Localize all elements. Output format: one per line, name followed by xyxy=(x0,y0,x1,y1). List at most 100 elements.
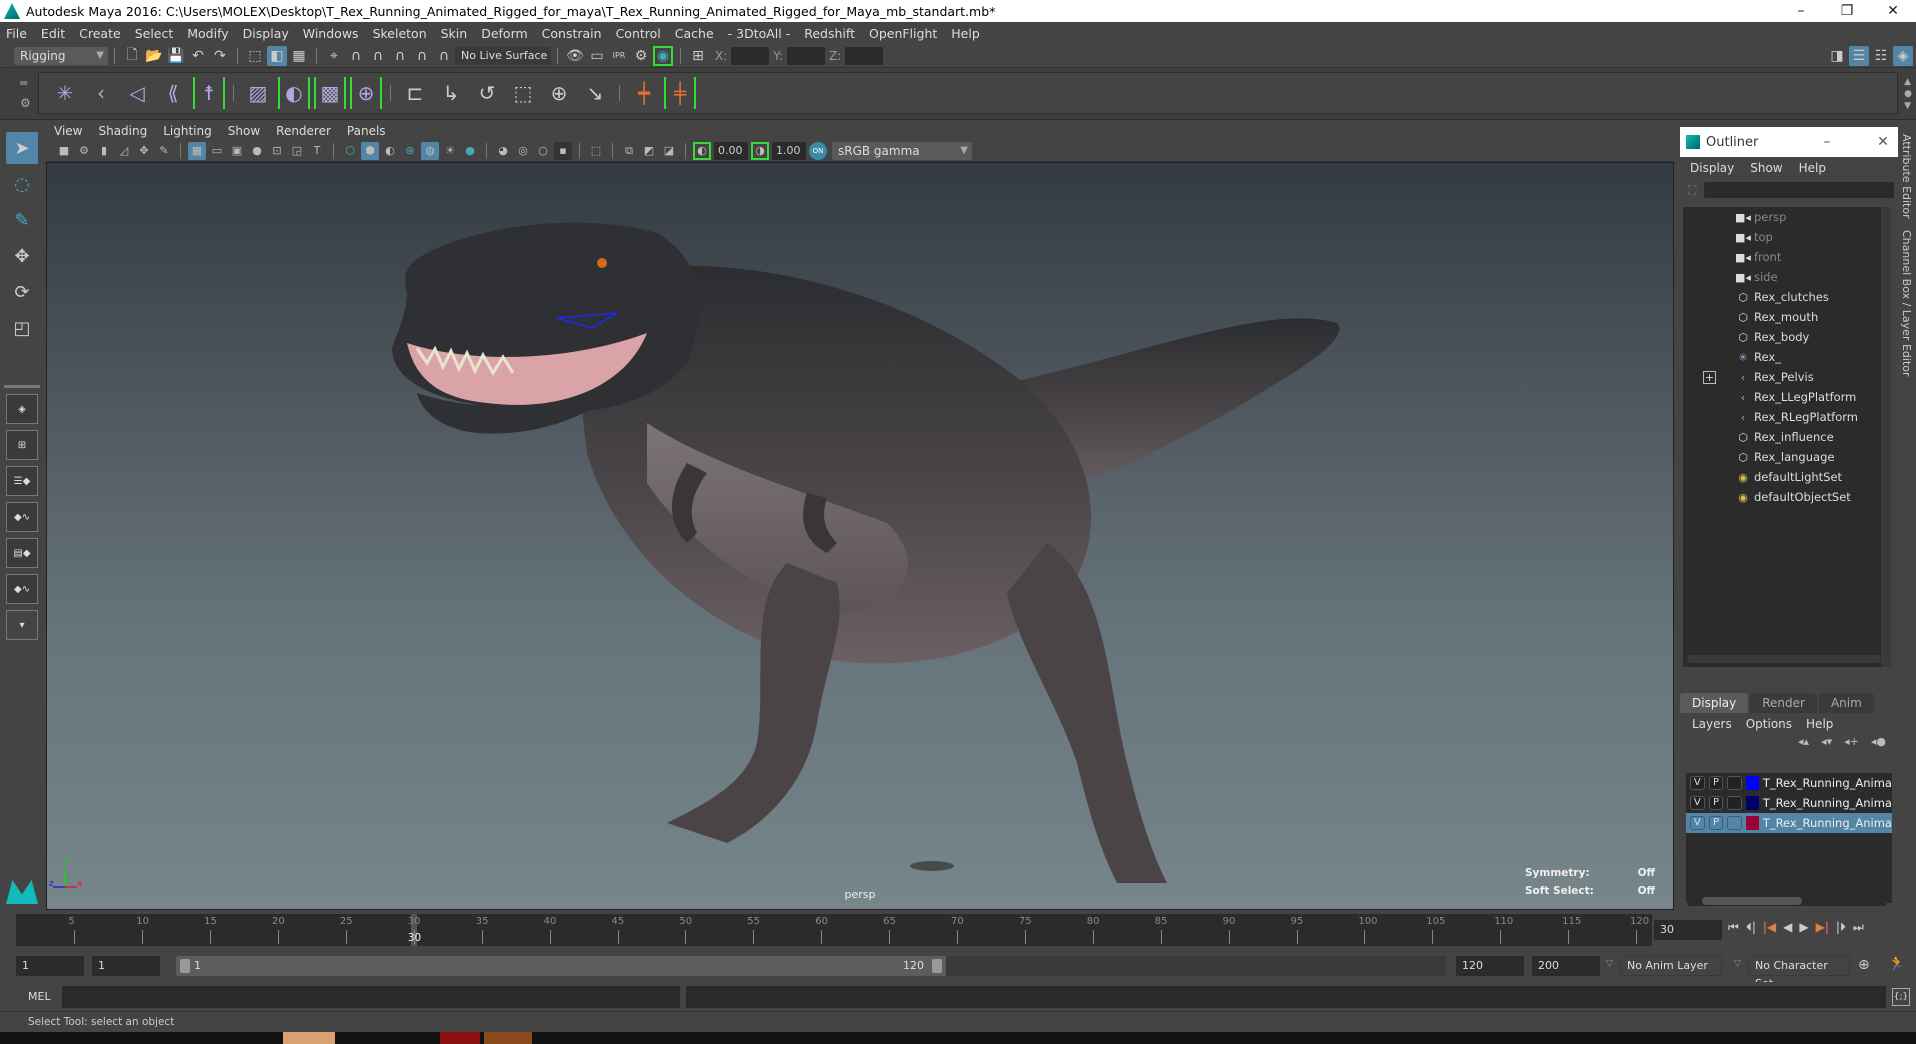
restore-button[interactable]: ❐ xyxy=(1824,0,1870,22)
script-language-label[interactable]: MEL xyxy=(28,990,51,1003)
layer-row[interactable]: V P T_Rex_Running_Anima xyxy=(1686,793,1892,813)
outliner-item[interactable]: ■◂ front xyxy=(1683,247,1891,267)
y-field[interactable] xyxy=(787,46,826,65)
outliner-close-button[interactable]: ✕ xyxy=(1868,127,1898,157)
layer-display-type-toggle[interactable] xyxy=(1727,816,1743,830)
taskbar-app-icon[interactable] xyxy=(440,1032,480,1044)
tab-display[interactable]: Display xyxy=(1680,693,1749,713)
use-all-lights-icon[interactable]: ◍ xyxy=(421,141,439,160)
ambient-occlusion-icon[interactable]: ● xyxy=(461,142,479,160)
render-frame-icon[interactable]: ▭ xyxy=(587,46,607,66)
tab-attribute-editor[interactable]: Attribute Editor xyxy=(1900,134,1913,219)
character-set-dropdown[interactable]: No Character Set xyxy=(1748,956,1850,990)
layer-menu-help[interactable]: Help xyxy=(1806,717,1833,731)
menu-cache[interactable]: Cache xyxy=(675,26,714,41)
parent-constraint-icon[interactable]: ⊏ xyxy=(399,77,431,109)
grease-pencil-icon[interactable]: ✎ xyxy=(155,142,173,160)
layer-menu-options[interactable]: Options xyxy=(1746,717,1792,731)
shelf-tabs-menu-icon[interactable]: ═ xyxy=(20,76,27,90)
snap-point-icon[interactable]: ∩ xyxy=(368,46,388,66)
channel-box-toggle-icon[interactable]: ◈ xyxy=(1893,45,1913,66)
step-back-frame-icon[interactable]: ⏴| xyxy=(1746,920,1756,935)
graph-persp-layout-icon[interactable]: ◆∿ xyxy=(6,502,38,532)
graph-outliner-persp-layout-icon[interactable]: ◆∿ xyxy=(6,574,38,604)
anim-layer-dropdown[interactable]: No Anim Layer xyxy=(1620,956,1722,976)
isolate-select-icon[interactable]: ⬚ xyxy=(587,142,605,160)
menu-deform[interactable]: Deform xyxy=(481,26,527,41)
image-plane-icon[interactable]: ◿ xyxy=(115,142,133,160)
step-forward-frame-icon[interactable]: |⏵ xyxy=(1836,920,1846,935)
menu-skeleton[interactable]: Skeleton xyxy=(373,26,427,41)
end-time-field[interactable]: 200 xyxy=(1532,956,1600,976)
scale-constraint-icon[interactable]: ⬚ xyxy=(507,77,539,109)
save-scene-icon[interactable]: 💾 xyxy=(166,46,186,66)
menu-select[interactable]: Select xyxy=(135,26,174,41)
layer-visibility-toggle[interactable]: V xyxy=(1690,816,1705,830)
layer-name[interactable]: T_Rex_Running_Anima xyxy=(1763,796,1892,810)
new-layer-from-selected-icon[interactable]: ◂● xyxy=(1871,735,1886,753)
snap-surface-icon[interactable]: ∩ xyxy=(434,46,454,66)
tab-channel-box-layer-editor[interactable]: Channel Box / Layer Editor xyxy=(1900,230,1913,377)
layer-playback-toggle[interactable]: P xyxy=(1708,816,1724,830)
play-forward-icon[interactable]: ▶ xyxy=(1799,920,1808,935)
redo-icon[interactable]: ↷ xyxy=(210,46,230,66)
wireframe-on-shaded-icon[interactable]: ◐ xyxy=(381,142,399,160)
trex-model[interactable] xyxy=(47,163,1674,910)
x-field[interactable] xyxy=(731,46,770,65)
outliner-menu-help[interactable]: Help xyxy=(1799,161,1826,175)
scale-tool-icon[interactable]: ◰ xyxy=(6,312,38,344)
exposure-icon[interactable]: ◐ xyxy=(693,141,711,160)
rotate-tool-icon[interactable]: ⟳ xyxy=(6,276,38,308)
outliner-item[interactable]: ■◂ side xyxy=(1683,267,1891,287)
layer-color-swatch[interactable] xyxy=(1746,776,1759,790)
select-tool-icon[interactable]: ➤ xyxy=(6,132,38,164)
resolution-gate-icon[interactable]: ▣ xyxy=(228,142,246,160)
outliner-item[interactable]: ◉ defaultLightSet xyxy=(1683,467,1891,487)
outliner-item[interactable]: + ‹ Rex_Pelvis xyxy=(1683,367,1891,387)
move-layer-down-icon[interactable]: ◂▾ xyxy=(1821,735,1832,753)
outliner-item[interactable]: ✳ Rex_ xyxy=(1683,347,1891,367)
joint-tool-icon[interactable]: ✳ xyxy=(49,77,81,109)
render-settings-icon[interactable]: ⚙ xyxy=(631,46,651,66)
tab-render[interactable]: Render xyxy=(1750,693,1817,713)
layer-visibility-toggle[interactable]: V xyxy=(1690,776,1705,790)
auto-key-icon[interactable]: ⊕ xyxy=(1858,957,1870,973)
select-components-icon[interactable]: ▦ xyxy=(289,46,309,66)
xray-active-icon[interactable]: ◩ xyxy=(640,142,658,160)
cluster-icon[interactable]: ⊕ xyxy=(350,77,382,109)
taskbar-app-icon[interactable] xyxy=(283,1032,335,1044)
range-end-handle[interactable] xyxy=(932,959,942,973)
layer-row[interactable]: V P T_Rex_Running_Anima xyxy=(1686,813,1892,833)
modeling-toolkit-icon[interactable]: ◨ xyxy=(1827,46,1847,66)
undo-icon[interactable]: ↶ xyxy=(188,46,208,66)
motion-blur-icon[interactable]: ◕ xyxy=(494,142,512,160)
layer-display-type-toggle[interactable] xyxy=(1727,776,1743,790)
ipr-render-icon[interactable]: IPR xyxy=(609,46,629,66)
outliner-item[interactable]: ‹ Rex_RLegPlatform xyxy=(1683,407,1891,427)
tool-settings-toggle-icon[interactable]: ☷ xyxy=(1871,46,1891,66)
safe-action-icon[interactable]: ◲ xyxy=(288,142,306,160)
menu-constrain[interactable]: Constrain xyxy=(542,26,602,41)
menu-create[interactable]: Create xyxy=(79,26,121,41)
viewport-menu-renderer[interactable]: Renderer xyxy=(276,124,331,138)
xray-joints-icon[interactable]: ⧉ xyxy=(620,142,638,160)
render-view-icon[interactable]: 👁 xyxy=(565,46,585,66)
outliner-hscrollbar[interactable] xyxy=(1687,655,1881,663)
outliner-search-input[interactable] xyxy=(1704,182,1895,198)
viewport-menu-show[interactable]: Show xyxy=(228,124,260,138)
outliner-item[interactable]: ⬡ Rex_mouth xyxy=(1683,307,1891,327)
z-field[interactable] xyxy=(845,46,884,65)
parent-icon[interactable]: ┿ xyxy=(628,77,660,109)
live-surface-field[interactable]: No Live Surface xyxy=(455,46,551,65)
go-to-end-icon[interactable]: ⏭ xyxy=(1853,920,1864,935)
field-chart-icon[interactable]: ⊡ xyxy=(268,142,286,160)
outliner-persp-layout-icon[interactable]: ☰◆ xyxy=(6,466,38,496)
quick-rig-icon[interactable]: ☨ xyxy=(193,77,225,109)
xray-icon[interactable]: ▪ xyxy=(554,141,572,160)
gamma-icon[interactable]: ◑ xyxy=(751,141,769,160)
anim-layer-chevron-icon[interactable]: ▽ xyxy=(1606,959,1613,969)
outliner-item[interactable]: ◉ defaultObjectSet xyxy=(1683,487,1891,507)
layer-playback-toggle[interactable]: P xyxy=(1708,796,1724,810)
color-space-dropdown[interactable]: sRGB gamma ▼ xyxy=(832,141,972,160)
menu-windows[interactable]: Windows xyxy=(303,26,359,41)
